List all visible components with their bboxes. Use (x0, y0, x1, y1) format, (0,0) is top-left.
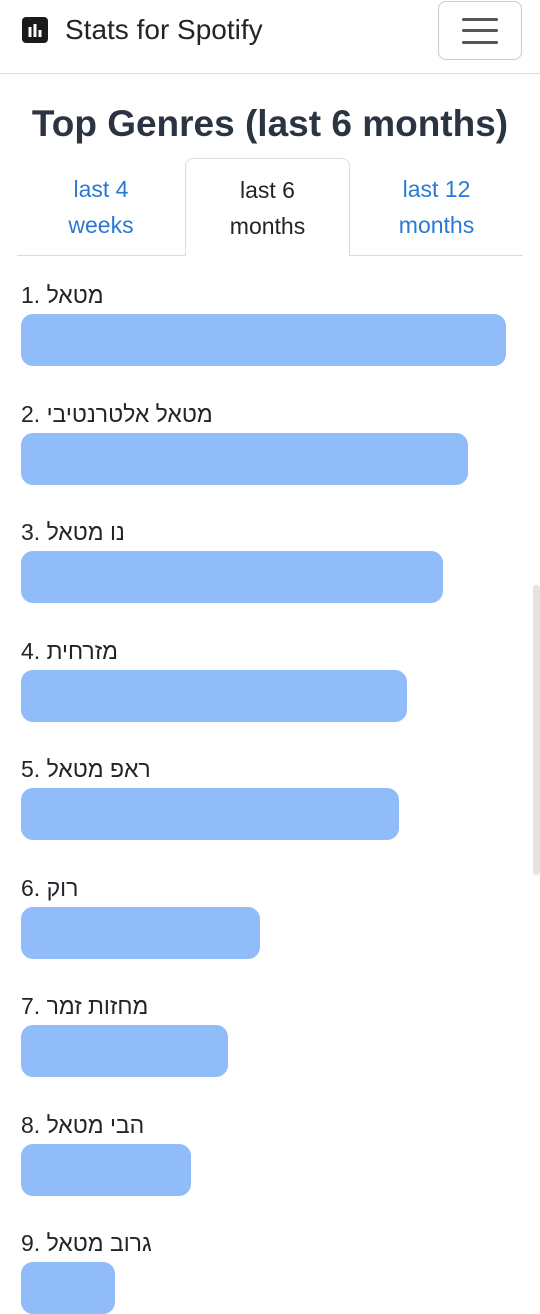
tab-label: last 4 weeks (68, 176, 134, 238)
genre-bar (21, 432, 469, 485)
genre-label: 9. גרוב מטאל (21, 1230, 152, 1256)
genre-bar (21, 1025, 228, 1077)
genre-bar (21, 551, 443, 603)
genre-label: 7. מחזות זמר (21, 993, 149, 1019)
genre-label: 6. רוק (21, 874, 79, 901)
brand-link[interactable]: Stats for Spotify (22, 14, 263, 46)
time-range-tabs: last 4 weeks last 6 months last 12 month… (17, 158, 523, 257)
hamburger-menu-icon (462, 17, 498, 44)
genre-label: 2. מטאל אלטרנטיבי (21, 400, 213, 427)
genre-label: 5. ראפ מטאל (21, 756, 151, 782)
scrollbar[interactable] (533, 585, 540, 875)
navbar: Stats for Spotify (0, 0, 540, 74)
genre-bar (21, 1262, 115, 1314)
genre-bar (21, 906, 261, 959)
tab-last-6-months[interactable]: last 6 months (185, 158, 350, 257)
tab-label: last 6 months (229, 176, 306, 239)
genre-label: 4. מזרחית (21, 637, 118, 664)
tab-last-12-months[interactable]: last 12 months (350, 158, 523, 256)
genre-label: 3. נו מטאל (21, 519, 125, 545)
brand-title: Stats for Spotify (65, 14, 263, 45)
genre-label: 8. הבי מטאל (21, 1111, 145, 1138)
tab-label: last 12 months (398, 176, 475, 238)
tab-last-4-weeks[interactable]: last 4 weeks (17, 158, 185, 256)
bar-chart-icon (22, 17, 48, 43)
page-title: Top Genres (last 6 months) (31, 103, 509, 144)
genre-bar (21, 1143, 191, 1196)
genre-bar (21, 314, 506, 366)
genre-bar (21, 669, 407, 722)
menu-toggle-button[interactable] (438, 1, 522, 60)
genre-label: 1. מטאל (21, 282, 104, 308)
genre-bar (21, 788, 399, 840)
